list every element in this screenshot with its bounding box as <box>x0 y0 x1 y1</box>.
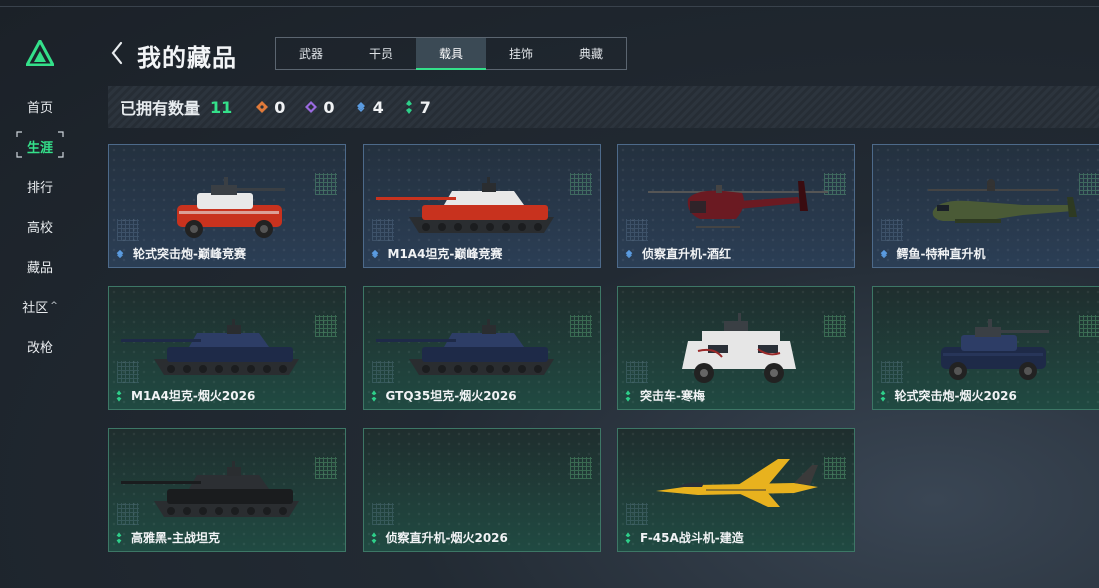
active-frame-icon <box>16 131 64 158</box>
vehicle-image <box>927 179 1077 223</box>
vehicle-name: 鳄鱼-特种直升机 <box>896 247 986 261</box>
vehicle-name: 侦察直升机-烟火2026 <box>385 531 508 545</box>
green-gem-icon <box>371 531 376 544</box>
green-gem-icon <box>880 389 885 402</box>
sidebar-item-collection[interactable]: 藏品 <box>0 246 80 286</box>
vehicle-card-label: 突击车-寒梅 <box>624 387 705 404</box>
vehicle-card[interactable]: M1A4坦克-烟火2026 <box>108 286 346 410</box>
vehicle-card-label: 侦察直升机-烟火2026 <box>370 529 508 546</box>
sidebar-item-label: 改枪 <box>26 340 53 356</box>
green-gem-icon <box>625 531 631 544</box>
vehicle-image <box>177 177 285 238</box>
vehicle-name: GTQ35坦克-烟火2026 <box>385 389 517 403</box>
purple-gem-icon <box>305 101 318 113</box>
blue-gem-icon <box>625 249 633 258</box>
vehicle-card[interactable]: 侦察直升机-酒红 <box>617 144 855 268</box>
vehicle-card[interactable]: 鳄鱼-特种直升机 <box>871 144 1099 268</box>
vehicle-card[interactable]: F-45A战斗机-建造 <box>617 428 855 552</box>
vehicle-name: 轮式突击炮-巅峰竞赛 <box>133 247 246 261</box>
vehicle-name: 突击车-寒梅 <box>640 389 705 403</box>
tab-vehicles[interactable]: 载具 <box>416 38 486 70</box>
green-gem-icon <box>405 100 412 114</box>
vehicle-card-label: GTQ35坦克-烟火2026 <box>370 387 517 404</box>
vehicle-name: 侦察直升机-酒红 <box>642 247 731 261</box>
owned-count-label: 已拥有数量 <box>120 99 201 118</box>
rarity-count-value: 7 <box>419 97 431 117</box>
blue-gem-icon <box>371 249 378 258</box>
category-tabs: 武器 干员 载具 挂饰 典藏 <box>275 37 627 70</box>
blue-gem-icon <box>116 249 124 258</box>
vehicle-card[interactable]: GTQ35坦克-烟火2026 <box>362 286 601 410</box>
vehicle-card[interactable]: 侦察直升机-烟火2026 <box>362 428 601 552</box>
sidebar-item-label: 藏品 <box>26 260 53 276</box>
vehicle-card[interactable]: 轮式突击炮-巅峰竞赛 <box>108 144 346 268</box>
rarity-count-blue: 4 <box>355 98 384 117</box>
vehicle-image <box>121 461 299 517</box>
vehicle-card-label: 轮式突击炮-巅峰竞赛 <box>115 245 246 262</box>
vehicle-image <box>682 313 796 383</box>
vehicle-image <box>364 429 601 529</box>
vehicle-image <box>375 319 554 375</box>
sidebar-item-label: 高校 <box>26 220 53 236</box>
rarity-count-purple: 0 <box>305 97 335 117</box>
back-arrow-icon[interactable] <box>110 40 124 66</box>
vehicle-name: 轮式突击炮-烟火2026 <box>894 389 1017 403</box>
vehicle-card-label: 轮式突击炮-烟火2026 <box>879 387 1017 404</box>
ownership-summary-bar: 已拥有数量 11 0 0 4 7 <box>108 86 1099 128</box>
sidebar-item-label: 首页 <box>26 100 53 116</box>
blue-gem-icon <box>356 102 365 112</box>
vehicle-card-label: 侦察直升机-酒红 <box>624 245 731 262</box>
rarity-count-green: 7 <box>404 98 431 117</box>
sidebar: 首页 生涯 排行 高校 藏品 社区 ^ 改枪 <box>0 0 80 588</box>
green-gem-icon <box>116 531 122 544</box>
owned-count-total: 11 <box>210 97 233 117</box>
sidebar-nav: 首页 生涯 排行 高校 藏品 社区 ^ 改枪 <box>0 86 80 366</box>
sidebar-item-college[interactable]: 高校 <box>0 206 80 246</box>
vehicle-card-label: 高雅黑-主战坦克 <box>115 529 220 546</box>
rarity-count-value: 4 <box>372 97 384 117</box>
sidebar-item-career[interactable]: 生涯 <box>0 126 80 166</box>
sidebar-item-gunsmith[interactable]: 改枪 <box>0 326 80 366</box>
blue-gem-icon <box>880 249 887 258</box>
sidebar-item-ranking[interactable]: 排行 <box>0 166 80 206</box>
vehicle-image <box>375 177 554 233</box>
sidebar-item-community[interactable]: 社区 ^ <box>0 286 80 326</box>
chevron-up-icon: ^ <box>50 301 58 311</box>
vehicle-card-label: M1A4坦克-烟火2026 <box>115 387 255 404</box>
rarity-count-value: 0 <box>274 97 286 117</box>
rarity-count-value: 0 <box>323 97 335 117</box>
vehicle-image <box>940 319 1049 380</box>
green-gem-icon <box>371 389 376 402</box>
vehicle-card[interactable]: M1A4坦克-巅峰竞赛 <box>362 144 601 268</box>
vehicle-card-label: 鳄鱼-特种直升机 <box>879 245 986 262</box>
page-title: 我的藏品 <box>137 44 237 72</box>
orange-gem-icon <box>256 101 269 113</box>
vehicle-card[interactable]: 突击车-寒梅 <box>617 286 855 410</box>
green-gem-icon <box>625 389 631 402</box>
vehicle-card[interactable]: 高雅黑-主战坦克 <box>108 428 346 552</box>
vehicle-name: M1A4坦克-烟火2026 <box>131 389 256 403</box>
top-divider <box>0 6 1099 7</box>
vehicle-card-label: M1A4坦克-巅峰竞赛 <box>370 245 503 262</box>
vehicle-name: M1A4坦克-巅峰竞赛 <box>387 247 503 261</box>
vehicle-image <box>648 181 828 228</box>
rarity-count-orange: 0 <box>256 98 285 117</box>
sidebar-item-home[interactable]: 首页 <box>0 86 80 126</box>
vehicle-image <box>656 459 818 507</box>
sidebar-item-label: 排行 <box>26 180 53 196</box>
tab-weapons[interactable]: 武器 <box>276 38 346 69</box>
tab-collector[interactable]: 典藏 <box>556 38 626 69</box>
tab-charms[interactable]: 挂饰 <box>486 38 556 69</box>
vehicle-name: 高雅黑-主战坦克 <box>131 531 220 545</box>
vehicle-card[interactable]: 轮式突击炮-烟火2026 <box>871 286 1099 410</box>
vehicle-name: F-45A战斗机-建造 <box>640 531 744 545</box>
vehicle-card-label: F-45A战斗机-建造 <box>624 529 744 546</box>
tab-operators[interactable]: 干员 <box>346 38 416 69</box>
green-gem-icon <box>116 389 122 402</box>
game-logo-icon <box>26 40 54 66</box>
vehicle-image <box>121 319 299 375</box>
sidebar-item-label: 社区 <box>22 300 49 316</box>
